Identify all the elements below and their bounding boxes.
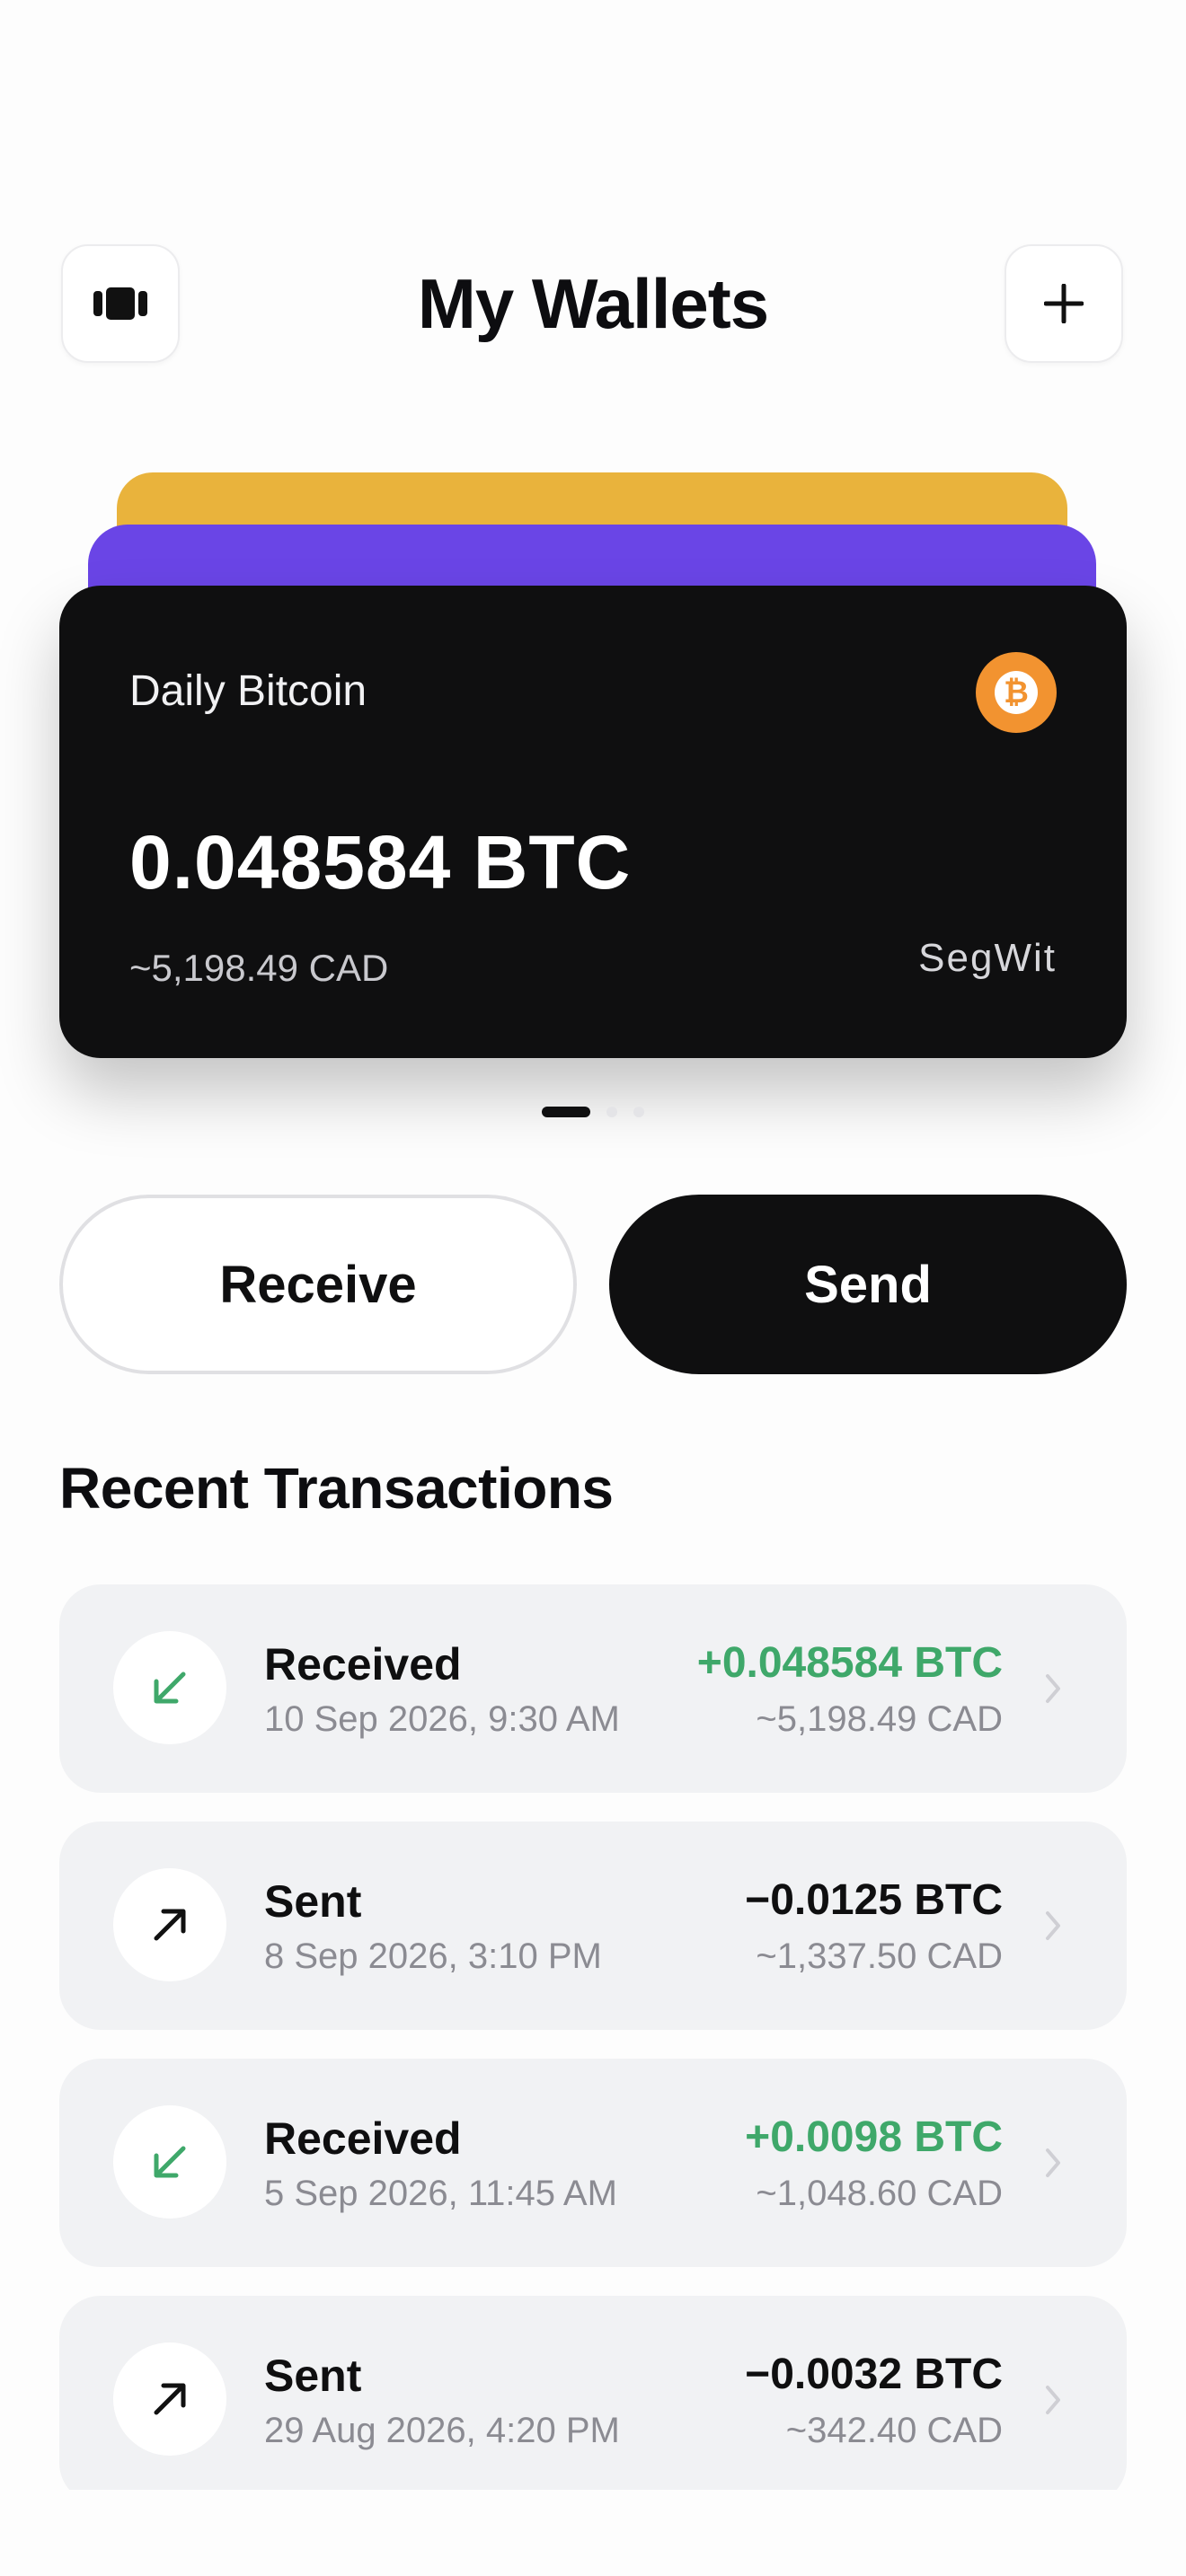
arrow-down-left-icon <box>113 1631 226 1744</box>
transaction-date: 29 Aug 2026, 4:20 PM <box>264 2411 620 2450</box>
transaction-amount: −0.0032 BTC <box>745 2351 1003 2398</box>
transaction-title: Sent <box>264 2351 362 2401</box>
transaction-amount: +0.048584 BTC <box>696 1639 1003 1687</box>
transaction-list: Received 10 Sep 2026, 9:30 AM +0.048584 … <box>59 1584 1127 2490</box>
transaction-row[interactable]: Received 5 Sep 2026, 11:45 AM +0.0098 BT… <box>59 2059 1127 2267</box>
arrow-up-right-icon <box>113 1868 226 1981</box>
bitcoin-icon: ₿ <box>976 652 1057 733</box>
wallet-name: Daily Bitcoin <box>129 667 367 715</box>
transaction-row[interactable]: Sent 29 Aug 2026, 4:20 PM −0.0032 BTC ~3… <box>59 2296 1127 2490</box>
receive-button[interactable]: Receive <box>59 1195 577 1374</box>
bitcoin-symbol: ₿ <box>995 671 1038 714</box>
transaction-title: Received <box>264 2113 462 2164</box>
chevron-right-icon <box>1046 2148 1060 2177</box>
transaction-amount: −0.0125 BTC <box>745 1876 1003 1924</box>
transaction-date: 5 Sep 2026, 11:45 AM <box>264 2174 617 2213</box>
pager-dot[interactable] <box>633 1107 644 1117</box>
transaction-fiat: ~1,337.50 CAD <box>756 1936 1003 1976</box>
wallet-address-type: SegWit <box>918 936 1057 980</box>
transaction-fiat: ~342.40 CAD <box>785 2411 1003 2450</box>
section-title: Recent Transactions <box>59 1456 614 1521</box>
pager-dot[interactable] <box>606 1107 617 1117</box>
plus-icon <box>1044 284 1084 323</box>
wallet-card[interactable]: Daily Bitcoin ₿ 0.048584 BTC ~5,198.49 C… <box>59 586 1127 1058</box>
transaction-row[interactable]: Sent 8 Sep 2026, 3:10 PM −0.0125 BTC ~1,… <box>59 1822 1127 2030</box>
transaction-title: Received <box>264 1639 462 1689</box>
pager-dot[interactable] <box>542 1107 590 1117</box>
transaction-fiat: ~1,048.60 CAD <box>756 2174 1003 2213</box>
arrow-up-right-icon <box>113 2342 226 2456</box>
wallet-fiat-value: ~5,198.49 CAD <box>129 947 389 989</box>
send-button[interactable]: Send <box>609 1195 1127 1374</box>
transaction-amount: +0.0098 BTC <box>745 2113 1003 2161</box>
transaction-title: Sent <box>264 1876 362 1927</box>
add-wallet-button[interactable] <box>1005 244 1123 363</box>
chevron-right-icon <box>1046 1674 1060 1703</box>
arrow-down-left-icon <box>113 2105 226 2219</box>
transaction-row[interactable]: Received 10 Sep 2026, 9:30 AM +0.048584 … <box>59 1584 1127 1793</box>
transaction-date: 8 Sep 2026, 3:10 PM <box>264 1936 602 1976</box>
chevron-right-icon <box>1046 1911 1060 1940</box>
transaction-fiat: ~5,198.49 CAD <box>756 1699 1003 1739</box>
transaction-date: 10 Sep 2026, 9:30 AM <box>264 1699 620 1739</box>
wallet-balance: 0.048584 BTC <box>129 820 632 904</box>
card-pager <box>0 1107 1186 1117</box>
chevron-right-icon <box>1046 2386 1060 2414</box>
